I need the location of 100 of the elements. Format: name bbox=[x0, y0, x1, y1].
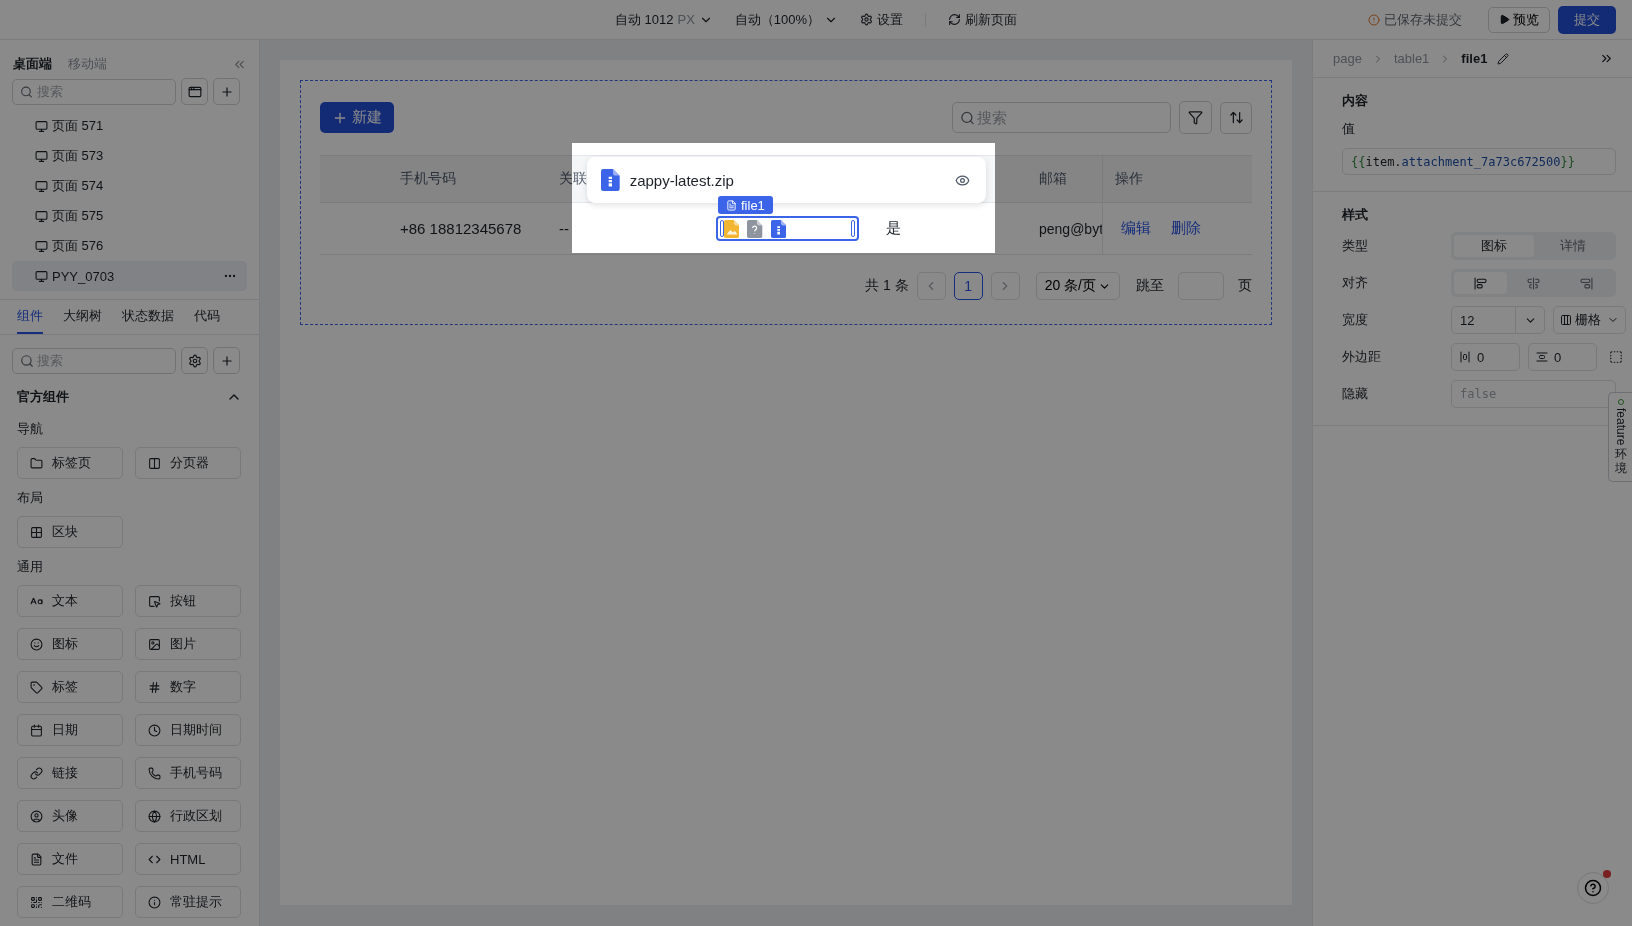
component-item[interactable]: 日期时间 bbox=[135, 714, 241, 746]
submit-button[interactable]: 提交 bbox=[1558, 5, 1616, 34]
margin-field[interactable]: 0 bbox=[1528, 343, 1597, 371]
preview-icon[interactable] bbox=[955, 172, 970, 188]
action-link[interactable]: 编辑 bbox=[1121, 219, 1151, 238]
component-item[interactable]: 二维码 bbox=[17, 886, 123, 918]
component-item[interactable]: 分页器 bbox=[135, 447, 241, 479]
segment-option[interactable]: 图标 bbox=[1454, 235, 1534, 257]
table-cell: +86 18812345678 bbox=[384, 202, 543, 255]
component-item[interactable]: 行政区划 bbox=[135, 800, 241, 832]
breadcrumb-item[interactable]: file1 bbox=[1461, 51, 1488, 66]
align-left-icon bbox=[1474, 276, 1487, 290]
sidebar-item[interactable]: 页面 575 bbox=[12, 201, 247, 231]
monitor-icon bbox=[35, 119, 48, 133]
edit-icon[interactable] bbox=[1497, 52, 1510, 65]
warning-icon bbox=[1368, 13, 1380, 26]
sidebar-item[interactable]: 页面 574 bbox=[12, 171, 247, 201]
component-label: 手机号码 bbox=[170, 764, 222, 782]
component-tag: file1 bbox=[718, 196, 773, 214]
margin-field[interactable]: 0 bbox=[1451, 343, 1520, 371]
align-center-icon bbox=[1527, 276, 1540, 290]
columns-icon bbox=[1560, 314, 1572, 326]
component-item[interactable]: 文件 bbox=[17, 843, 123, 875]
preview-button[interactable]: 预览 bbox=[1488, 6, 1550, 33]
component-item[interactable]: 标签 bbox=[17, 671, 123, 703]
new-button[interactable]: 新建 bbox=[320, 102, 394, 133]
add-button[interactable] bbox=[213, 347, 240, 374]
canvas-width-dropdown[interactable]: 自动 1012 PX bbox=[614, 10, 713, 29]
panel-tab[interactable]: 组件 bbox=[17, 300, 43, 334]
component-item[interactable]: 手机号码 bbox=[135, 757, 241, 789]
zoom-dropdown[interactable]: 自动（100%） bbox=[734, 10, 839, 29]
sidebar-item[interactable]: 页面 571 bbox=[12, 111, 247, 141]
component-item[interactable]: 常驻提示 bbox=[135, 886, 241, 918]
folder-icon bbox=[30, 456, 43, 470]
settings-button[interactable]: 设置 bbox=[860, 10, 904, 29]
align-right-icon bbox=[1580, 276, 1593, 290]
monitor-icon bbox=[35, 269, 48, 283]
component-label: 常驻提示 bbox=[170, 893, 222, 911]
component-item[interactable]: 链接 bbox=[17, 757, 123, 789]
help-button[interactable] bbox=[1577, 872, 1609, 904]
page-suffix: 页 bbox=[1238, 277, 1252, 295]
settings-button[interactable] bbox=[181, 347, 208, 374]
sort-icon bbox=[1228, 110, 1244, 125]
settings-icon bbox=[187, 353, 202, 368]
sidebar-item[interactable]: PYY_0703 bbox=[12, 261, 247, 291]
phone-icon bbox=[148, 766, 161, 780]
refresh-button[interactable]: 刷新页面 bbox=[948, 10, 1018, 29]
search-icon bbox=[20, 85, 33, 98]
filter-button[interactable] bbox=[1179, 101, 1212, 134]
window-icon bbox=[187, 84, 202, 99]
panel-tab[interactable]: 大纲树 bbox=[63, 300, 102, 334]
component-item[interactable]: 文本 bbox=[17, 585, 123, 617]
component-item[interactable]: 数字 bbox=[135, 671, 241, 703]
component-label: 链接 bbox=[52, 764, 78, 782]
total-count: 共 1 条 bbox=[865, 277, 909, 295]
monitor-icon bbox=[35, 149, 48, 163]
segment-option[interactable] bbox=[1454, 272, 1507, 294]
component-item[interactable]: HTML bbox=[135, 843, 241, 875]
add-button[interactable] bbox=[213, 78, 240, 105]
panel-tab[interactable]: 状态数据 bbox=[122, 300, 174, 334]
component-label: 标签页 bbox=[52, 454, 91, 472]
search-icon bbox=[20, 353, 34, 368]
component-label: 日期时间 bbox=[170, 721, 222, 739]
panel-tab[interactable]: 代码 bbox=[194, 300, 220, 334]
field-label: 对齐 bbox=[1342, 274, 1369, 292]
unit-select[interactable]: 栅格 bbox=[1553, 306, 1626, 334]
horizontal-margin-icon bbox=[1459, 351, 1471, 363]
page-size-select[interactable]: 20 条/页 bbox=[1035, 272, 1120, 300]
component-label: 分页器 bbox=[170, 454, 209, 472]
field-label: 类型 bbox=[1342, 237, 1369, 255]
field-label: 值 bbox=[1342, 120, 1356, 138]
file-icon bbox=[726, 199, 737, 211]
calendar-icon bbox=[30, 723, 43, 737]
action-link[interactable]: 删除 bbox=[1171, 219, 1201, 238]
component-item[interactable]: 区块 bbox=[17, 516, 123, 548]
sort-button[interactable] bbox=[1220, 101, 1252, 134]
sidebar-item[interactable]: 页面 573 bbox=[12, 141, 247, 171]
component-item[interactable]: 按钮 bbox=[135, 585, 241, 617]
add-page-button[interactable] bbox=[181, 78, 208, 105]
component-label: 日期 bbox=[52, 721, 78, 739]
dashed-square-icon[interactable] bbox=[1609, 350, 1623, 364]
component-item[interactable]: 标签页 bbox=[17, 447, 123, 479]
component-label: 行政区划 bbox=[170, 807, 222, 825]
component-item[interactable]: 图标 bbox=[17, 628, 123, 660]
sidebar-item[interactable]: 页面 576 bbox=[12, 231, 247, 261]
resize-handle[interactable] bbox=[851, 220, 855, 237]
component-item[interactable]: 日期 bbox=[17, 714, 123, 746]
page-number[interactable]: 1 bbox=[953, 272, 983, 300]
grid-icon bbox=[30, 525, 43, 539]
link-icon bbox=[30, 766, 43, 780]
image-file-icon bbox=[724, 219, 740, 238]
refresh-icon bbox=[948, 13, 962, 26]
field-label: 外边距 bbox=[1342, 348, 1382, 366]
component-item[interactable]: 头像 bbox=[17, 800, 123, 832]
platform-tab[interactable]: 桌面端 bbox=[13, 55, 52, 73]
component-item[interactable]: 图片 bbox=[135, 628, 241, 660]
component-label: 文本 bbox=[52, 592, 78, 610]
width-field[interactable]: 12 bbox=[1451, 306, 1545, 334]
value-field[interactable]: {{item.attachment_7a73c672500}} bbox=[1342, 148, 1616, 175]
component-label: 区块 bbox=[52, 523, 78, 541]
